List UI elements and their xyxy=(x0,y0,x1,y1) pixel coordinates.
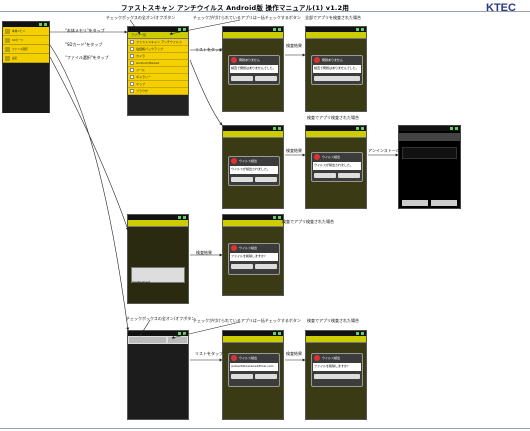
sd-toolbar xyxy=(128,336,188,344)
sd-virus-dialog-2: ウイルス検出 ファイルを削除しますか? xyxy=(311,353,363,387)
virus-icon xyxy=(231,355,237,361)
list-item[interactable]: マップ xyxy=(128,81,188,88)
file-virus-screen: ウイルス検出 ファイルを削除しますか? xyxy=(222,214,284,296)
file-virus-dialog: ウイルス検出 ファイルを削除しますか? xyxy=(228,243,280,275)
label-tap-list-2: リストをタップ xyxy=(195,351,223,356)
virus-dialog-2: ウイルス検出 ウイルスが検出されました。 xyxy=(311,152,363,182)
safe-dialog: 問題ありません 検査で問題はありませんでした。 xyxy=(228,55,280,85)
label-target-found-1: 全部でアプリを検査された場合 xyxy=(305,15,361,20)
app-list-screen: アプリ一覧 ファストスキャン アンチウイルス 電話帳バックアップ カメラ And… xyxy=(127,26,189,116)
menu-item-label: ファイル選択 xyxy=(12,48,28,51)
ok-button[interactable] xyxy=(314,76,360,81)
app-list: ファストスキャン アンチウイルス 電話帳バックアップ カメラ Android M… xyxy=(128,39,188,95)
virus-icon xyxy=(231,245,237,251)
cancel-button[interactable] xyxy=(255,374,277,379)
ok-button[interactable] xyxy=(314,173,336,178)
gear-icon xyxy=(5,55,10,61)
menu-item-label: SDカード xyxy=(12,39,24,42)
list-item[interactable]: ギャラリー xyxy=(128,74,188,81)
cancel-button[interactable] xyxy=(431,200,457,206)
ok-button[interactable] xyxy=(231,177,253,182)
scan-safe-screen: 問題ありません 検査で問題はありませんでした。 xyxy=(222,26,284,112)
ok-button[interactable] xyxy=(231,76,253,81)
label-scan-result-2: 検査結果 xyxy=(286,148,302,153)
company-logo: KTEC xyxy=(486,2,516,14)
title-rule xyxy=(0,11,530,12)
list-item[interactable]: 電話帳バックアップ xyxy=(128,46,188,53)
sd-list-screen xyxy=(127,330,189,420)
list-item[interactable]: ブラウザ xyxy=(128,88,188,95)
label-target-found-4: 検査でアプリ検査された場合 xyxy=(307,318,359,323)
app-list-titlebar: アプリ一覧 xyxy=(128,32,188,39)
list-item[interactable]: メール xyxy=(128,67,188,74)
label-target-found-3: 検査でアプリ検査された場合 xyxy=(282,219,334,224)
virus-dialog: ウイルス検出 ウイルスが検出されました。 xyxy=(228,156,280,186)
list-item[interactable]: Android Market xyxy=(128,60,188,67)
menu-item-settings[interactable]: 設定 xyxy=(3,54,49,63)
footer-rule xyxy=(0,428,530,429)
virus-icon xyxy=(314,154,320,160)
app-list-title: アプリ一覧 xyxy=(131,33,147,37)
alert-icon xyxy=(231,57,237,63)
virus-found-screen: ウイルス検出 ウイルスが検出されました。 xyxy=(222,125,284,209)
list-item[interactable]: ファストスキャン アンチウイルス xyxy=(128,39,188,46)
virus-found-screen-2: ウイルス検出 ウイルスが検出されました。 xyxy=(305,125,367,209)
file-select-screen: /mnt/sdcard xyxy=(127,214,189,304)
sd-virus-screen: ウイルス検出 /sdcard/Download/Eicar.com xyxy=(222,330,284,420)
label-checked-scan-bottom: チェックが付けられているアプリは一括チェックするボタン xyxy=(193,318,301,323)
safe-dialog-2: 問題ありません 検査で問題はありませんでした。 xyxy=(311,55,363,85)
home-menu-screen: 本体メモリ SDカード ファイル選択 設定 xyxy=(2,21,50,113)
ok-button[interactable] xyxy=(314,374,360,379)
scan-safe-screen-2: 問題ありません 検査で問題はありませんでした。 xyxy=(305,26,367,112)
label-checkbox-toggle-top: チェックボックスの全オン/オフボタン xyxy=(106,15,176,20)
menu-item-sd[interactable]: SDカード xyxy=(3,36,49,45)
menu-item-internal[interactable]: 本体メモリ xyxy=(3,27,49,36)
cancel-button[interactable] xyxy=(255,177,277,182)
menu-item-label: 設定 xyxy=(12,57,18,60)
alert-icon xyxy=(314,57,320,63)
label-uninstall: アンインストール xyxy=(368,148,400,153)
label-tap-sd: "SDカード"をタップ xyxy=(65,42,103,47)
cancel-button[interactable] xyxy=(338,173,360,178)
folder-icon xyxy=(5,46,10,52)
label-checkbox-toggle-bottom: チェックボックスの全オン/オフボタン xyxy=(126,316,196,321)
ok-button[interactable] xyxy=(231,374,253,379)
ok-button[interactable] xyxy=(231,264,253,269)
label-tap-list-1: リストをタップ xyxy=(195,47,223,52)
checkbox-toggle-button[interactable] xyxy=(129,337,167,343)
label-checked-scan-top: チェックが付けられているアプリは一括チェックするボタン xyxy=(193,15,301,20)
file-path-panel[interactable]: /mnt/sdcard xyxy=(131,267,185,284)
sd-virus-dialog: ウイルス検出 /sdcard/Download/Eicar.com xyxy=(228,353,280,387)
cancel-button[interactable] xyxy=(255,76,277,81)
ok-button[interactable] xyxy=(402,200,428,206)
label-tap-file: "ファイル選択"をタップ xyxy=(65,55,109,60)
list-item[interactable]: カメラ xyxy=(128,53,188,60)
uninstall-screen xyxy=(398,125,461,209)
scan-checked-button[interactable] xyxy=(168,337,187,343)
label-scan-result-3: 検査結果 xyxy=(196,250,212,255)
phone-icon xyxy=(5,28,10,34)
label-scan-result-1: 検査結果 xyxy=(286,43,302,48)
sdcard-icon xyxy=(5,37,10,43)
menu-item-label: 本体メモリ xyxy=(12,30,25,33)
label-tap-home: "本体メモリ"をタップ xyxy=(65,28,105,33)
virus-icon xyxy=(314,355,320,361)
virus-icon xyxy=(231,158,237,164)
label-target-found-2: 検査でアプリ検査された場合 xyxy=(307,115,359,120)
sd-virus-screen-2: ウイルス検出 ファイルを削除しますか? xyxy=(305,330,367,420)
cancel-button[interactable] xyxy=(255,264,277,269)
menu-item-file[interactable]: ファイル選択 xyxy=(3,45,49,54)
label-scan-result-4: 検査結果 xyxy=(286,351,302,356)
